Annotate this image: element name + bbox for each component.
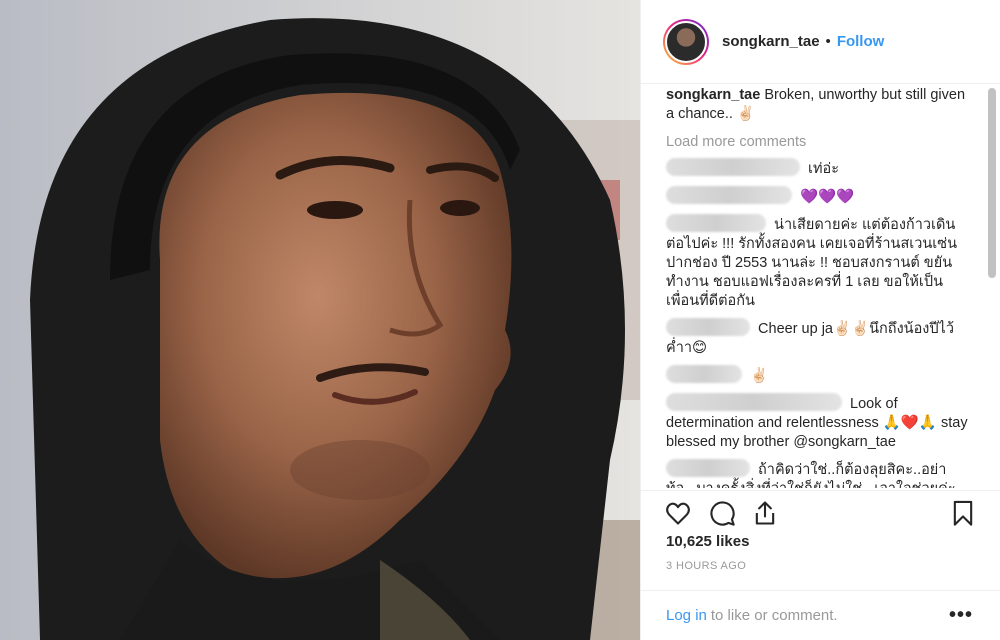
post-photo[interactable] [0,0,640,640]
caption-username[interactable]: songkarn_tae [666,87,760,103]
comments-scrollbar[interactable] [988,88,996,486]
list-item: Look of determination and relentlessness… [666,393,971,452]
header-username[interactable]: songkarn_tae [722,33,820,50]
redacted-username [666,214,766,232]
list-item: น่าเสียดายค่ะ แต่ต้องก้าวเดินต่อไปค่ะ !!… [666,214,971,311]
caption: songkarn_tae Broken, unworthy but still … [666,86,971,124]
redacted-username [666,365,742,383]
list-item: 💜💜💜 [666,186,971,207]
scrollbar-thumb[interactable] [988,88,996,278]
list-item: ✌🏻 [666,365,971,386]
load-more-comments-button[interactable]: Load more comments [666,133,971,152]
login-prompt-text: to like or comment. [710,607,838,624]
action-bar [641,490,1000,534]
redacted-username [666,393,842,411]
likes-count[interactable]: 10,625 likes [666,533,749,550]
avatar-image [665,20,707,63]
list-item: ถ้าคิดว่าใช่..ก็ต้องลุยสิคะ..อย่าท้อ...บ… [666,459,971,488]
login-link[interactable]: Log in [666,607,707,624]
post-timestamp[interactable]: 3 HOURS AGO [666,560,746,572]
list-item: เท่อ่ะ [666,158,971,179]
share-icon[interactable] [751,499,779,527]
header-separator: • [825,33,831,50]
redacted-username [666,318,750,336]
redacted-username [666,459,750,477]
comment-footer: Log in to like or comment. ••• [641,590,1000,640]
heart-icon[interactable] [664,499,692,527]
comment-text: เท่อ่ะ [808,161,840,177]
post-side-panel: songkarn_tae • Follow songkarn_tae Broke… [640,0,1000,640]
comment-text: ✌🏻 [750,368,769,384]
portrait-illustration [0,0,640,640]
comments-list[interactable]: songkarn_tae Broken, unworthy but still … [641,86,985,488]
post-header: songkarn_tae • Follow [641,0,1000,84]
redacted-username [666,186,792,204]
comment-text: 💜💜💜 [800,189,855,205]
comment-icon[interactable] [708,499,736,527]
list-item: Cheer up ja✌🏻✌🏻นึกถึงน้องปีไว้ค่ำา😊 [666,318,971,358]
bookmark-icon[interactable] [949,499,977,527]
redacted-username [666,158,800,176]
avatar[interactable] [663,18,709,65]
follow-button[interactable]: Follow [837,33,885,50]
more-options-icon[interactable]: ••• [949,604,973,627]
